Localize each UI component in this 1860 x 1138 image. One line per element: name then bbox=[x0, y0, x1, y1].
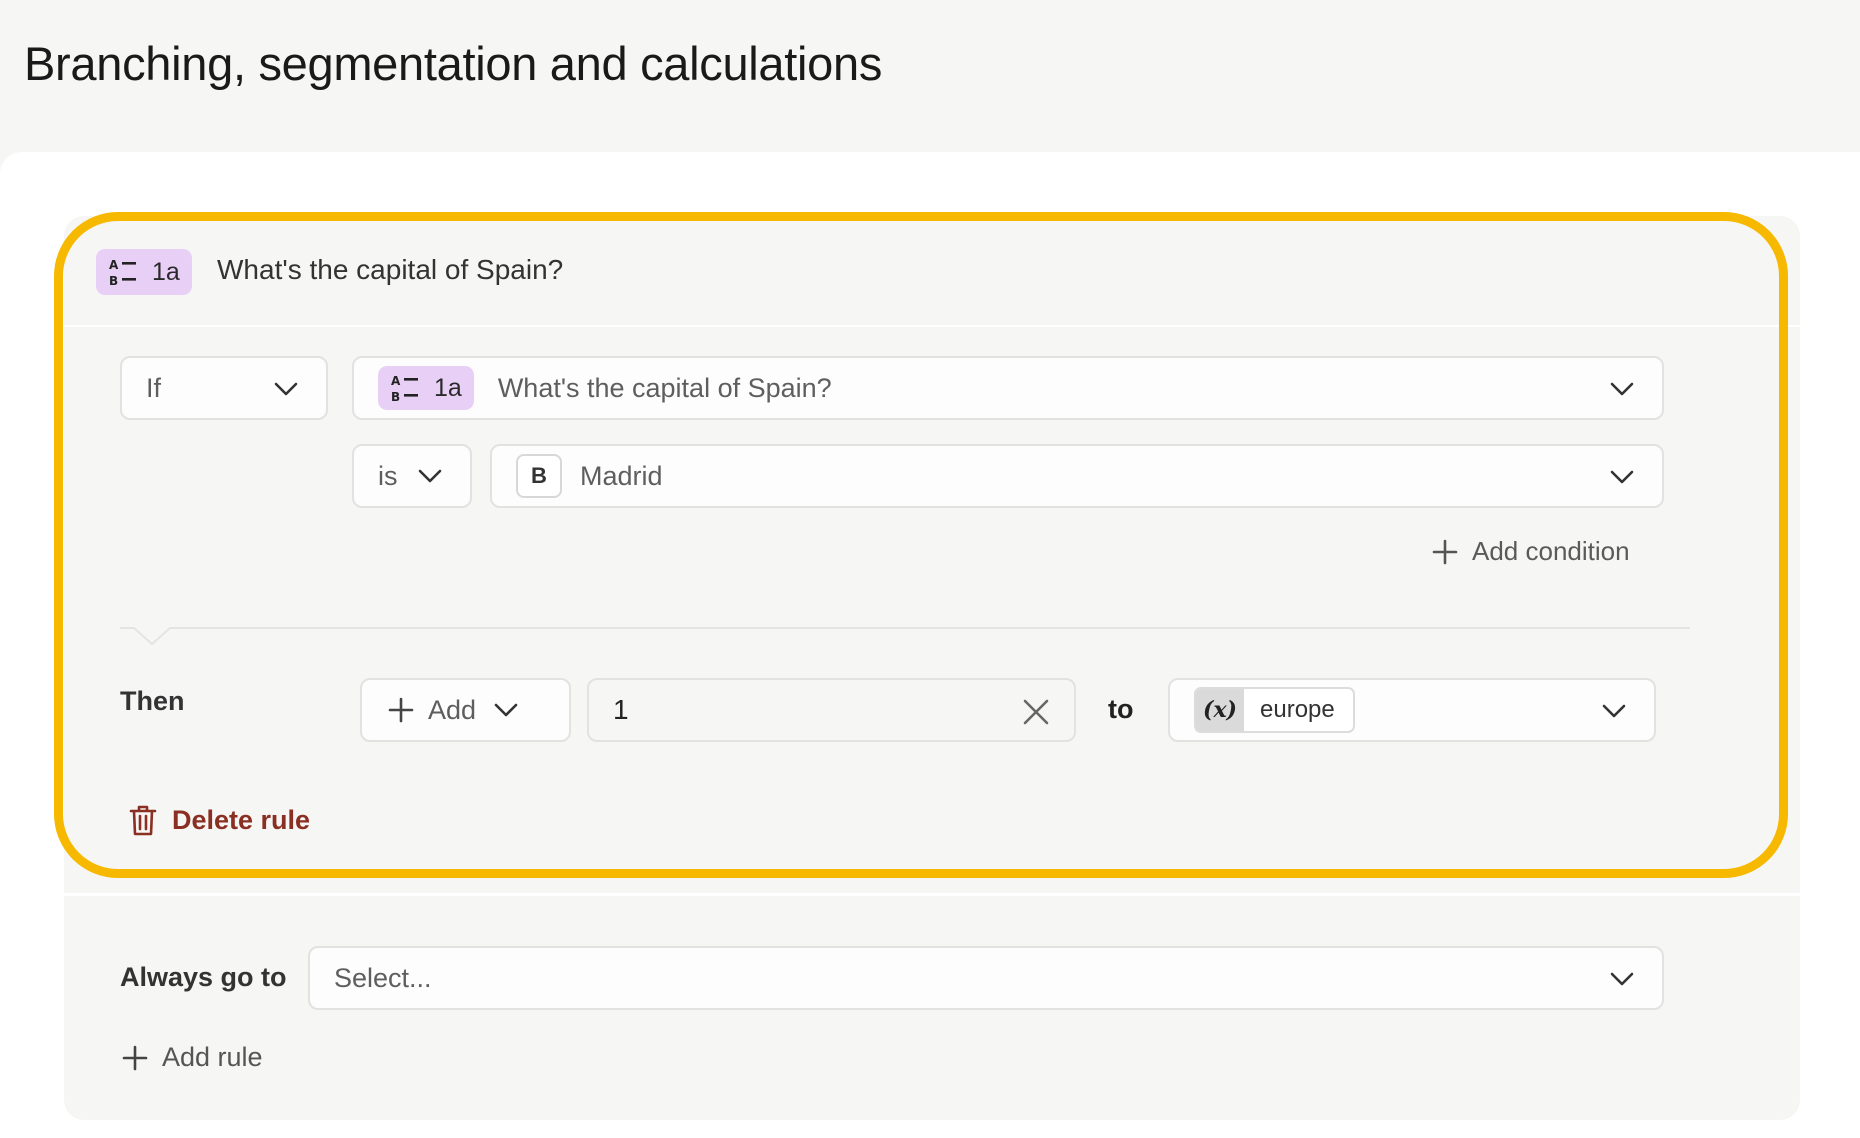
svg-text:A: A bbox=[109, 258, 119, 272]
answer-key: B bbox=[516, 454, 562, 498]
question-dropdown[interactable]: A B 1a What's the capital of Spain? bbox=[352, 356, 1664, 420]
chevron-down-icon bbox=[1602, 704, 1626, 718]
trash-icon bbox=[129, 805, 157, 836]
answer-dropdown[interactable]: B Madrid bbox=[490, 444, 1664, 508]
action-label: Add bbox=[428, 694, 477, 725]
variable-dropdown[interactable]: (x) europe bbox=[1168, 678, 1656, 742]
action-value-field[interactable] bbox=[587, 678, 1076, 742]
question-badge: A B 1a bbox=[96, 249, 192, 295]
if-dropdown[interactable]: If bbox=[120, 356, 328, 420]
add-rule-button[interactable]: Add rule bbox=[122, 1042, 263, 1073]
always-go-to-dropdown[interactable]: Select... bbox=[308, 946, 1664, 1010]
plus-icon bbox=[122, 1045, 148, 1070]
action-value-input[interactable] bbox=[613, 694, 993, 726]
svg-text:A: A bbox=[391, 374, 401, 388]
chevron-down-icon bbox=[418, 469, 441, 483]
if-label: If bbox=[146, 372, 162, 403]
page-header: Branching, segmentation and calculations bbox=[0, 0, 1860, 152]
delete-rule-label: Delete rule bbox=[172, 804, 311, 835]
multiple-choice-icon: A B bbox=[109, 258, 136, 288]
section-divider bbox=[120, 627, 1690, 646]
chevron-down-icon bbox=[494, 703, 518, 717]
question-ref: 1a bbox=[434, 373, 462, 402]
add-condition-label: Add condition bbox=[1472, 536, 1630, 566]
variable-name: europe bbox=[1260, 696, 1335, 723]
plus-icon bbox=[1432, 539, 1458, 564]
close-icon[interactable] bbox=[1022, 698, 1050, 726]
delete-rule-button[interactable]: Delete rule bbox=[128, 804, 310, 836]
svg-text:B: B bbox=[109, 274, 118, 288]
operator-label: is bbox=[378, 460, 398, 491]
question-title: What's the capital of Spain? bbox=[497, 372, 832, 403]
chevron-down-icon bbox=[1610, 382, 1634, 396]
select-placeholder: Select... bbox=[334, 962, 432, 993]
chevron-down-icon bbox=[274, 382, 298, 396]
variable-chip: (x) europe bbox=[1194, 687, 1355, 733]
chevron-down-icon bbox=[1610, 972, 1634, 986]
then-label: Then bbox=[120, 686, 185, 716]
operator-dropdown[interactable]: is bbox=[352, 444, 472, 508]
variable-icon: (x) bbox=[1196, 689, 1244, 731]
svg-text:B: B bbox=[391, 390, 400, 404]
page-title: Branching, segmentation and calculations bbox=[24, 37, 883, 90]
plus-icon bbox=[388, 697, 414, 723]
to-label: to bbox=[1108, 694, 1134, 724]
section-separator bbox=[64, 893, 1800, 896]
question-title: What's the capital of Spain? bbox=[217, 254, 564, 285]
answer-value: Madrid bbox=[580, 460, 663, 491]
question-badge: A B 1a bbox=[378, 366, 474, 410]
action-dropdown[interactable]: Add bbox=[360, 678, 571, 742]
question-ref: 1a bbox=[152, 257, 180, 286]
add-rule-label: Add rule bbox=[162, 1042, 263, 1072]
chevron-down-icon bbox=[1610, 470, 1634, 484]
add-condition-button[interactable]: Add condition bbox=[1432, 536, 1630, 567]
always-go-to-label: Always go to bbox=[120, 962, 287, 992]
multiple-choice-icon: A B bbox=[391, 374, 418, 404]
